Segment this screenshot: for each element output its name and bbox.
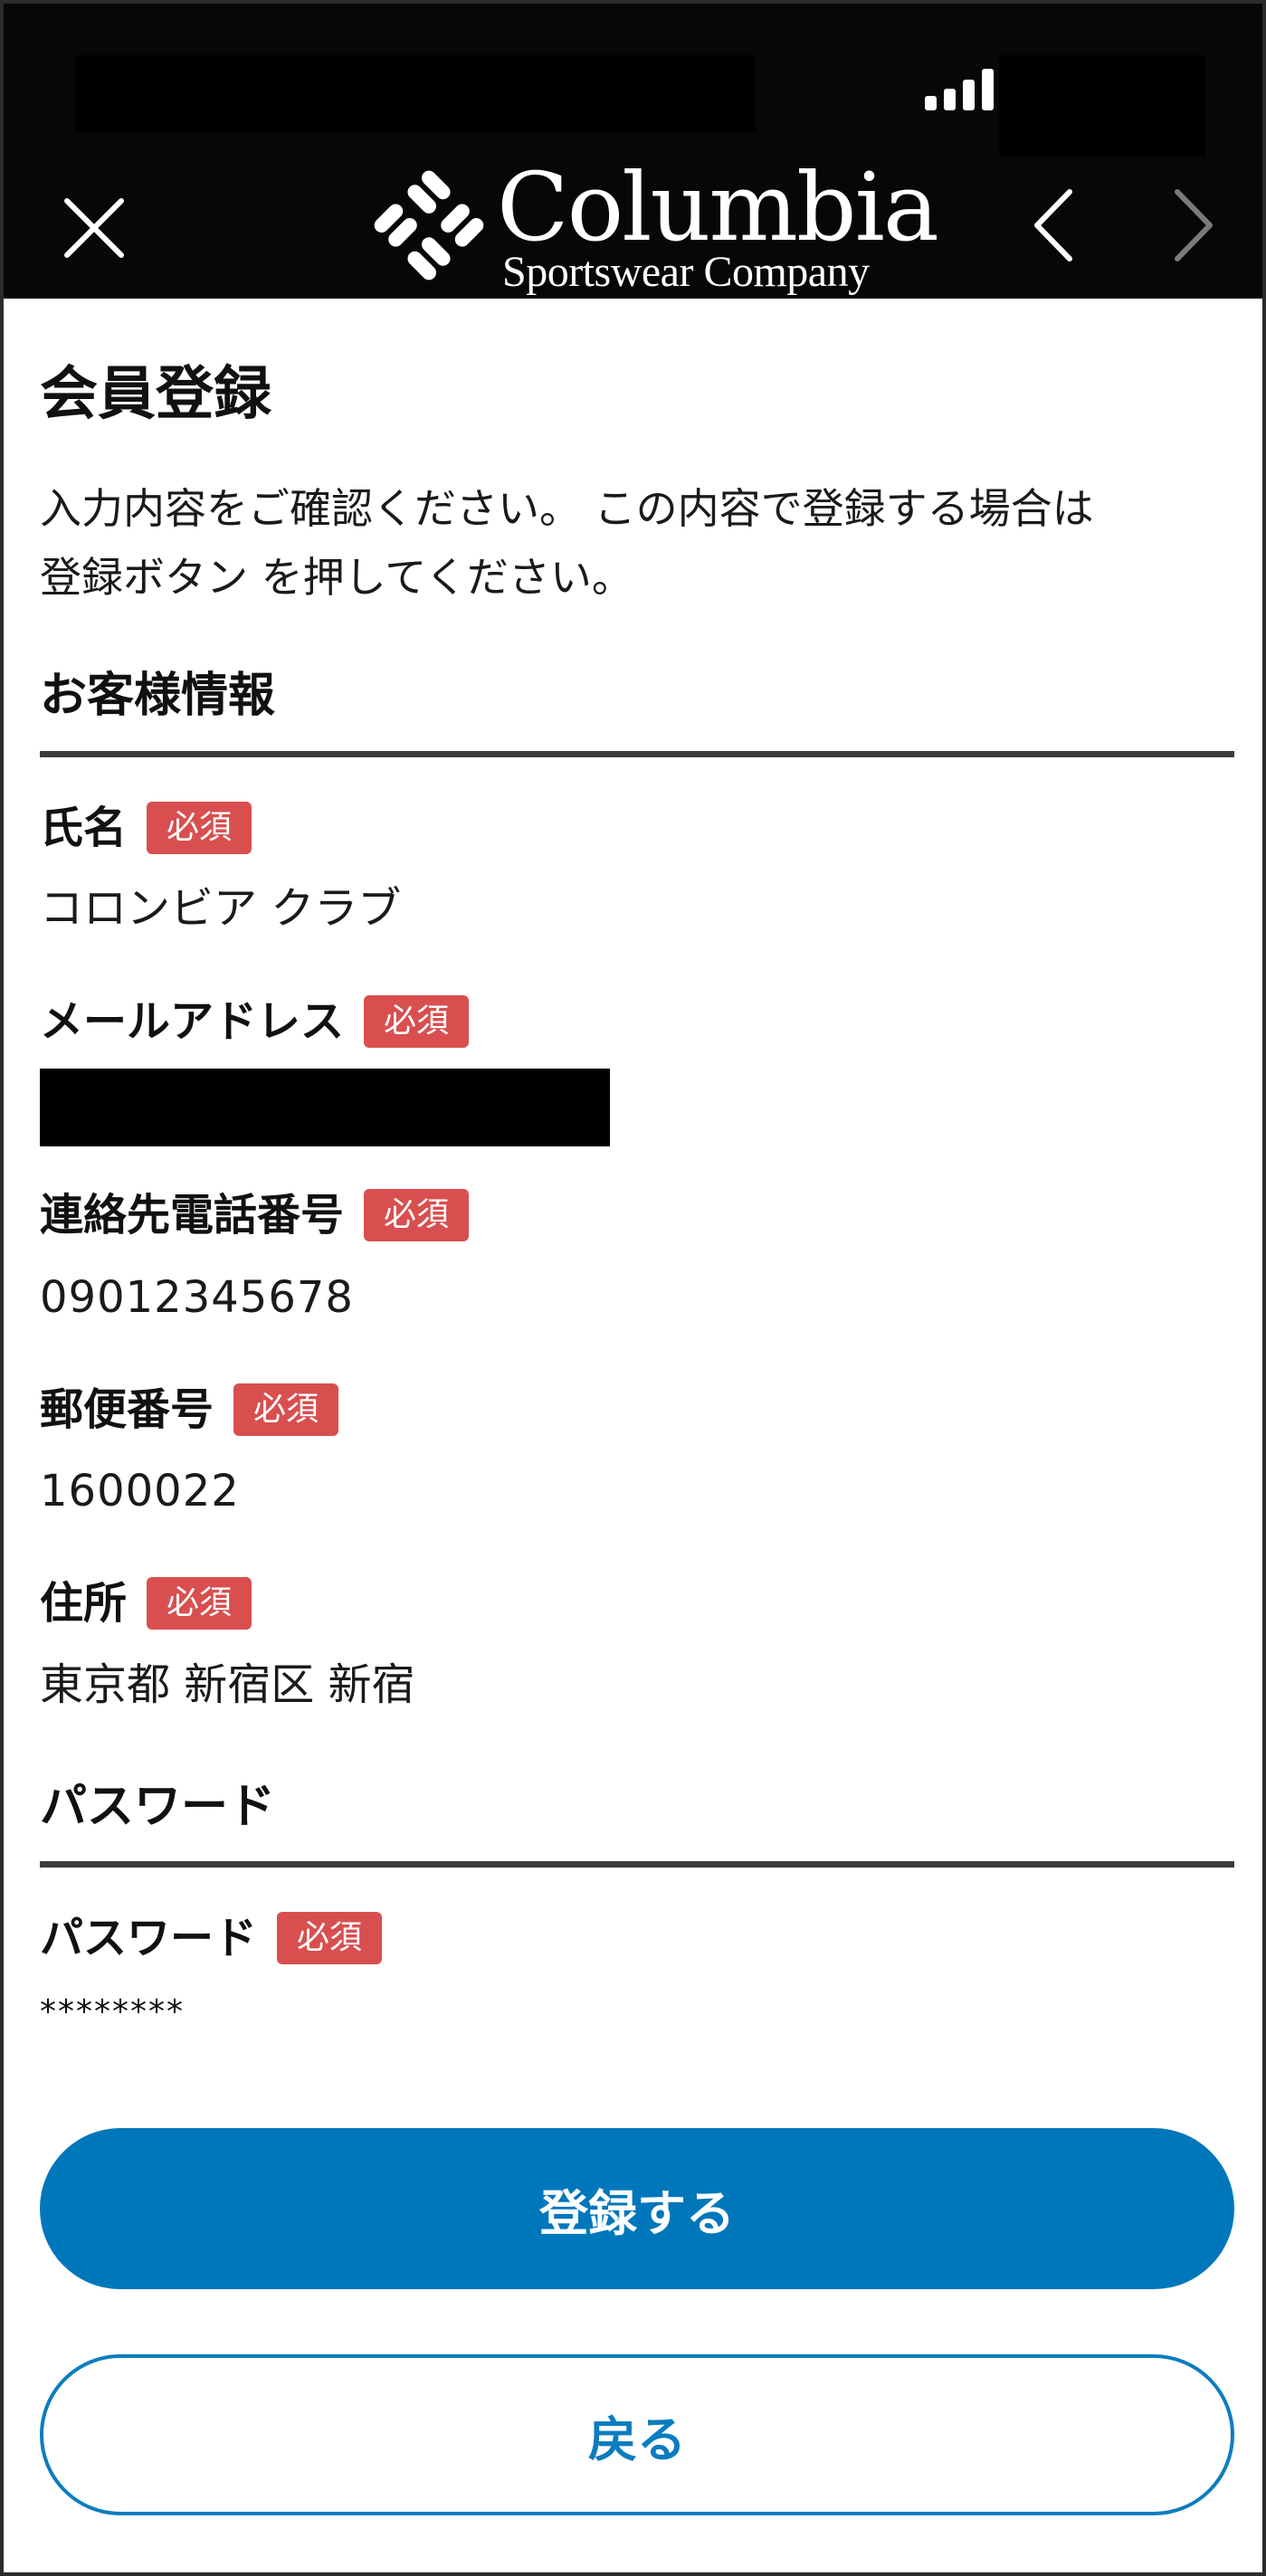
- chevron-right-icon: [1175, 189, 1213, 261]
- intro-line-2: 登録ボタン を押してください。: [40, 553, 633, 602]
- email-value-redacted: [40, 1069, 610, 1146]
- brand-title: Columbia: [497, 152, 939, 262]
- required-badge: 必須: [233, 1383, 339, 1436]
- field-label-email: メールアドレス 必須: [40, 993, 470, 1050]
- section-divider: [40, 1861, 1234, 1868]
- brand-subtitle: Sportswear Company: [502, 248, 870, 296]
- section-title-password: パスワード: [40, 1780, 276, 1834]
- forward-nav-button[interactable]: [1166, 185, 1221, 266]
- header-bar: Columbia Sportswear Company: [4, 4, 1262, 299]
- field-value-address: 東京都 新宿区 新宿: [40, 1659, 415, 1710]
- back-nav-button[interactable]: [1026, 185, 1080, 266]
- page-title: 会員登録: [40, 361, 271, 428]
- close-icon: [64, 198, 124, 258]
- label-text: 氏名: [40, 803, 128, 853]
- signal-icon: [925, 69, 994, 110]
- app-frame: Columbia Sportswear Company 会員登録 入力内容をご確…: [0, 0, 1266, 2576]
- field-label-password: パスワード 必須: [40, 1910, 383, 1966]
- columbia-logo: Columbia Sportswear Company: [370, 157, 939, 296]
- close-button[interactable]: [58, 192, 130, 264]
- intro-line-1: 入力内容をご確認ください。 この内容で登録する場合は: [40, 484, 1094, 533]
- required-badge: 必須: [364, 1189, 470, 1241]
- status-bar-redacted-right: [999, 55, 1205, 157]
- field-value-postal: 1600022: [40, 1466, 240, 1516]
- back-button[interactable]: 戻る: [40, 2354, 1234, 2515]
- required-badge: 必須: [364, 995, 470, 1048]
- field-value-phone: 09012345678: [40, 1272, 354, 1323]
- submit-register-button[interactable]: 登録する: [40, 2128, 1234, 2289]
- label-text: 住所: [40, 1578, 128, 1629]
- field-label-address: 住所 必須: [40, 1575, 252, 1631]
- field-value-name: コロンビア クラブ: [40, 883, 402, 934]
- section-divider: [40, 751, 1234, 757]
- label-text: メールアドレス: [40, 996, 345, 1047]
- chevron-left-icon: [1034, 189, 1072, 261]
- label-text: パスワード: [40, 1913, 258, 1963]
- section-title-customer: お客様情報: [40, 669, 276, 723]
- required-badge: 必須: [147, 1577, 252, 1630]
- columbia-diamond-icon: [374, 170, 484, 280]
- status-bar-redacted: [76, 55, 755, 132]
- required-badge: 必須: [277, 1912, 383, 1964]
- label-text: 郵便番号: [40, 1384, 214, 1435]
- field-value-password: ********: [40, 1993, 185, 2030]
- field-label-phone: 連絡先電話番号 必須: [40, 1187, 470, 1243]
- intro-text: 入力内容をご確認ください。 この内容で登録する場合は 登録ボタン を押してくださ…: [40, 474, 1234, 612]
- label-text: 連絡先電話番号: [40, 1190, 345, 1240]
- field-label-postal: 郵便番号 必須: [40, 1382, 339, 1438]
- required-badge: 必須: [147, 802, 252, 854]
- field-label-name: 氏名 必須: [40, 800, 252, 856]
